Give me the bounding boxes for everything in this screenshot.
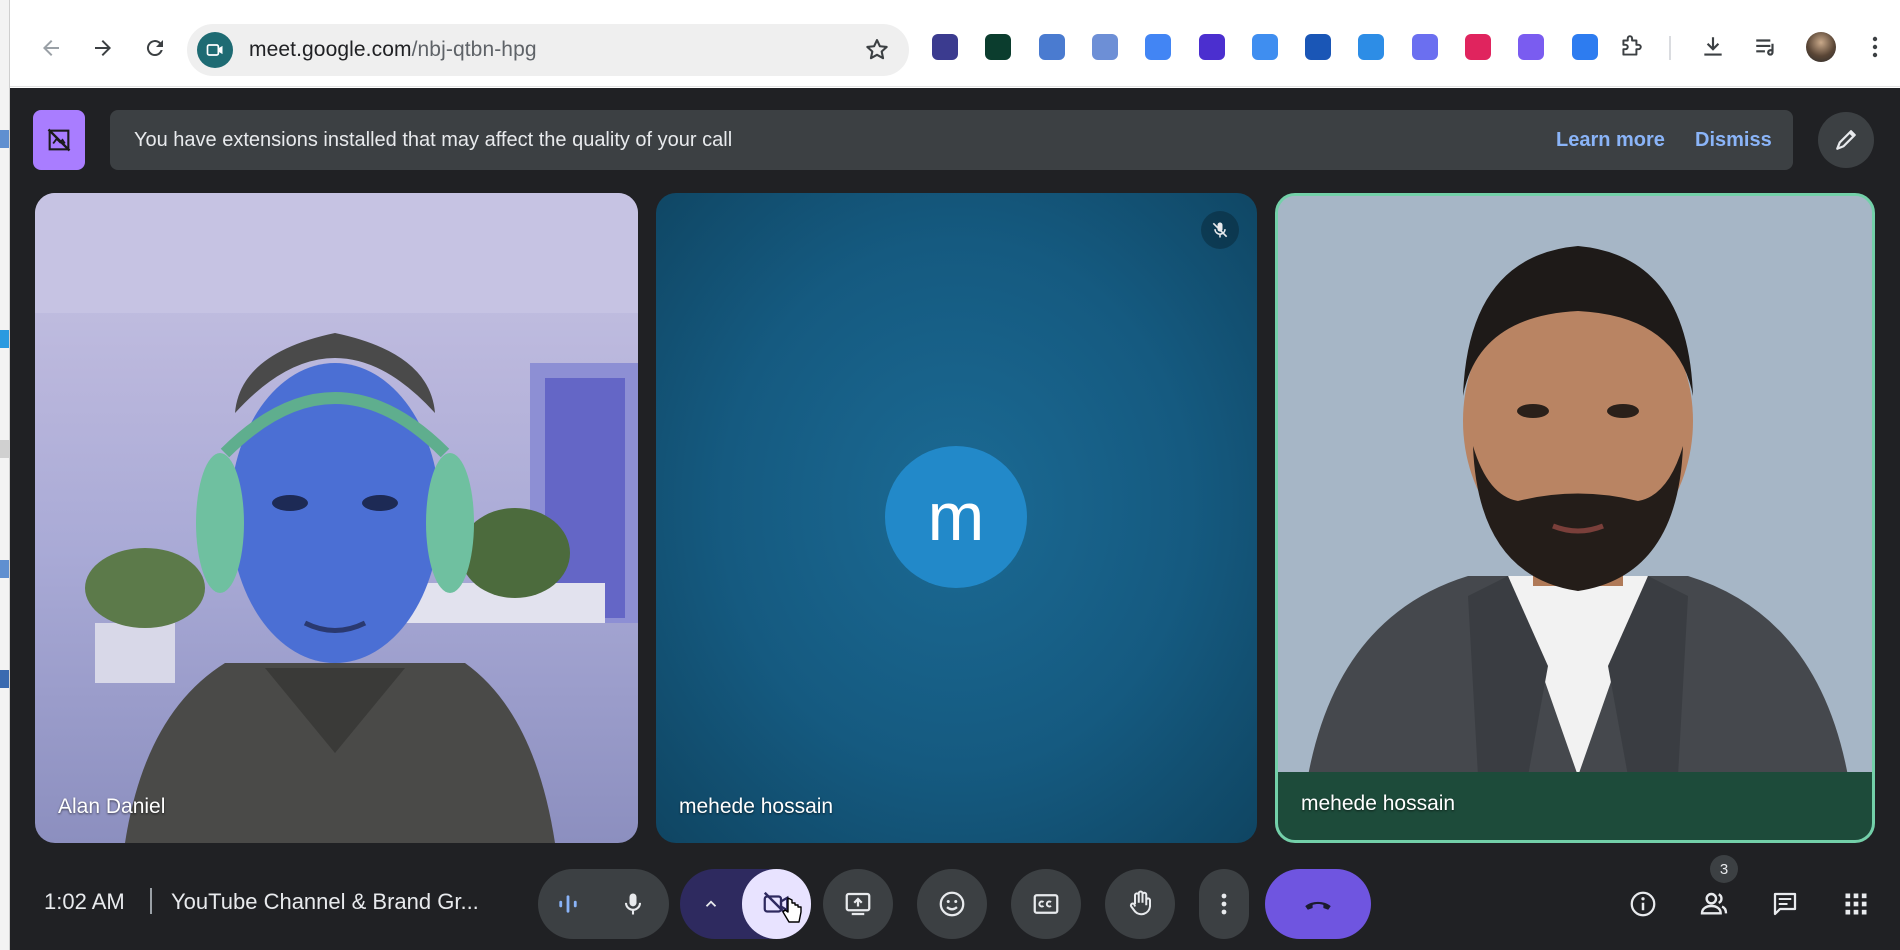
url-text[interactable]: meet.google.com/nbj-qtbn-hpg xyxy=(249,38,537,62)
mouse-cursor-icon xyxy=(782,897,802,923)
participant-video-feed xyxy=(1278,196,1872,776)
audio-level-icon xyxy=(538,869,598,939)
translate-ext-icon[interactable] xyxy=(1145,34,1172,60)
dismiss-button[interactable]: Dismiss xyxy=(1695,129,1772,152)
background-window-icon xyxy=(0,670,9,688)
meeting-time: 1:02 AM xyxy=(44,889,125,914)
participant-name: mehede hossain xyxy=(1301,792,1456,815)
activities-button[interactable] xyxy=(1836,884,1876,924)
back-button[interactable] xyxy=(31,28,71,68)
extensions-warning-banner: You have extensions installed that may a… xyxy=(110,110,1793,170)
shield-ext-icon[interactable] xyxy=(1465,34,1491,60)
forward-button[interactable] xyxy=(83,28,123,68)
leave-call-button[interactable] xyxy=(1265,869,1371,939)
download-icon[interactable] xyxy=(1698,32,1728,62)
background-window-strip xyxy=(0,0,10,950)
closed-captions-icon xyxy=(1033,894,1059,914)
more-options-button[interactable] xyxy=(1199,869,1249,939)
divider xyxy=(150,888,152,914)
learn-more-link[interactable]: Learn more xyxy=(1556,129,1665,152)
s-ext-icon[interactable] xyxy=(932,34,958,60)
background-window-icon xyxy=(0,440,9,458)
participant-video-feed xyxy=(35,193,638,843)
participant-name: Alan Daniel xyxy=(58,795,166,818)
address-bar[interactable]: meet.google.com/nbj-qtbn-hpg xyxy=(187,24,909,76)
present-screen-icon xyxy=(845,892,871,916)
meeting-details-button[interactable] xyxy=(1623,884,1663,924)
la-ext-icon[interactable] xyxy=(1038,34,1065,60)
banner-message: You have extensions installed that may a… xyxy=(134,128,733,151)
site-info-icon[interactable] xyxy=(197,32,233,68)
participant-tile-mehede-hossain-video[interactable]: mehede hossain xyxy=(1275,193,1875,843)
checkbox-ext-icon[interactable] xyxy=(1305,34,1332,60)
browser-menu-icon[interactable] xyxy=(1860,32,1890,62)
bookmark-star-icon[interactable] xyxy=(863,36,891,69)
microphone-control-group xyxy=(538,869,669,939)
play-ext-icon[interactable] xyxy=(1571,34,1598,60)
reload-button[interactable] xyxy=(135,28,175,68)
people-count-badge: 3 xyxy=(1710,855,1738,883)
background-window-icon xyxy=(0,560,9,578)
check-ext-icon[interactable] xyxy=(985,34,1012,60)
d-ext-icon[interactable] xyxy=(1411,34,1438,60)
meeting-title: YouTube Channel & Brand Gr... xyxy=(171,889,479,914)
toolbar-divider xyxy=(1669,36,1671,60)
emoji-icon xyxy=(939,891,965,917)
meet-call-area: You have extensions installed that may a… xyxy=(10,88,1900,950)
diamond-ext-icon[interactable] xyxy=(1198,34,1225,60)
raise-hand-button[interactable] xyxy=(1105,869,1175,939)
captions-button[interactable] xyxy=(1011,869,1081,939)
chat-icon xyxy=(1773,892,1797,916)
participant-tile-mehede-hossain-avatar[interactable]: m mehede hossain xyxy=(656,193,1257,843)
people-button[interactable] xyxy=(1694,884,1734,924)
apps-grid-icon xyxy=(1845,893,1867,915)
extensions-puzzle-icon[interactable] xyxy=(1616,32,1646,62)
participant-avatar: m xyxy=(885,446,1027,588)
back-arrow-icon xyxy=(43,40,59,56)
tag-ext-icon[interactable] xyxy=(1251,34,1278,60)
gear-ext-icon[interactable] xyxy=(1518,34,1545,60)
camera-options-chevron[interactable] xyxy=(680,869,742,939)
url-host: meet.google.com xyxy=(249,38,412,61)
magic-pencil-icon xyxy=(1836,130,1856,150)
background-window-icon xyxy=(0,330,9,348)
visual-effects-button[interactable] xyxy=(1818,112,1874,168)
chevron-up-icon xyxy=(705,900,716,907)
profile-avatar[interactable] xyxy=(1806,32,1836,62)
muted-mic-icon xyxy=(1201,211,1239,249)
verified-ext-icon[interactable] xyxy=(1358,34,1385,60)
forward-arrow-icon xyxy=(95,40,111,56)
people-icon xyxy=(1700,892,1728,915)
microphone-icon xyxy=(624,893,642,915)
media-controls-icon[interactable] xyxy=(1751,32,1781,62)
extension-warning-icon xyxy=(33,110,85,170)
url-path: /nbj-qtbn-hpg xyxy=(411,38,537,61)
background-window-icon xyxy=(0,130,9,148)
participant-tile-alan-daniel[interactable]: Alan Daniel xyxy=(35,193,638,843)
browser-toolbar: meet.google.com/nbj-qtbn-hpg xyxy=(10,0,1900,87)
participant-name: mehede hossain xyxy=(679,795,834,818)
more-vert-icon xyxy=(1221,893,1227,915)
reactions-button[interactable] xyxy=(917,869,987,939)
hang-up-icon xyxy=(1305,901,1331,910)
globe-ext-icon[interactable] xyxy=(1091,34,1118,60)
chat-button[interactable] xyxy=(1765,884,1805,924)
reload-icon xyxy=(146,40,163,57)
info-icon xyxy=(1630,891,1656,917)
raise-hand-icon xyxy=(1129,890,1151,916)
microphone-button[interactable] xyxy=(598,869,668,939)
present-screen-button[interactable] xyxy=(823,869,893,939)
